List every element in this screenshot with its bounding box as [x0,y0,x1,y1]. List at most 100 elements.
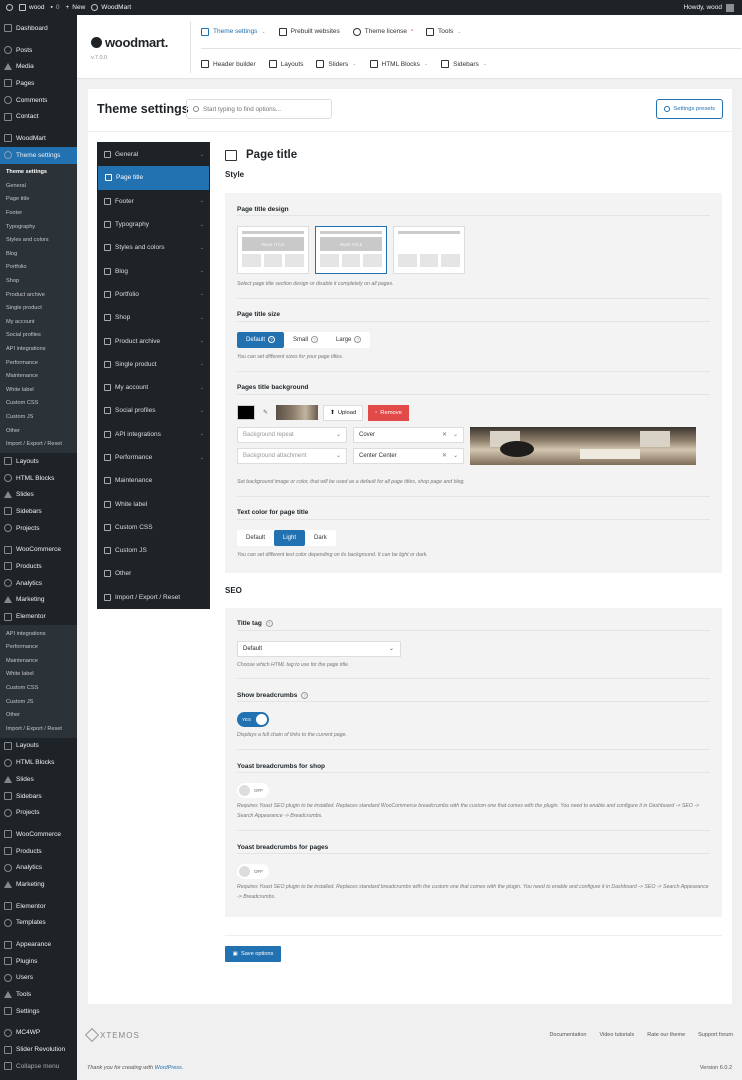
menu-item-products[interactable]: Products [0,843,77,860]
nav-tools[interactable]: Tools ⌄ [426,27,461,36]
woodmart-link[interactable]: WoodMart [91,4,131,11]
clear-icon[interactable]: ✕ [442,452,447,459]
submenu-item-white-label[interactable]: White label [0,383,77,397]
wordpress-link[interactable]: WordPress [155,1065,182,1071]
nav-theme-license[interactable]: Theme license * [352,27,413,36]
site-name-link[interactable]: wood [19,4,45,11]
submenu-item-other[interactable]: Other [0,424,77,438]
menu-item-plugins[interactable]: Plugins [0,953,77,970]
submenu-item-general[interactable]: General [0,179,77,193]
nav-theme-settings[interactable]: Theme settings ⌄ [201,27,266,36]
nav-prebuilt-websites[interactable]: Prebuilt websites [278,27,340,36]
nav-layouts[interactable]: Layouts [268,60,303,68]
remove-button[interactable]: ▫ Remove [368,404,409,421]
eyedropper-icon[interactable]: ✎ [260,409,271,416]
background-attachment-select[interactable]: Background attachment ⌄ [237,447,347,464]
settings-search[interactable] [186,99,332,119]
option-tab-other[interactable]: Other [97,562,210,585]
design-option-disabled[interactable] [393,226,465,274]
option-tab-maintenance[interactable]: Maintenance [97,469,210,492]
submenu-item-theme-settings[interactable]: Theme settings [0,166,77,180]
option-tab-footer[interactable]: Footer ⌄ [97,190,210,213]
option-tab-blog[interactable]: Blog ⌄ [97,259,210,282]
menu-item-marketing[interactable]: Marketing [0,591,77,608]
menu-item-html-blocks[interactable]: HTML Blocks [0,754,77,771]
submenu-item-typography[interactable]: Typography [0,220,77,234]
menu-item-pages[interactable]: Pages [0,75,77,92]
nav-sliders[interactable]: Sliders ⌄ [316,60,357,68]
option-tab-import-export-reset[interactable]: Import / Export / Reset [97,586,210,609]
menu-item-projects[interactable]: Projects [0,520,77,537]
clear-icon[interactable]: ✕ [442,431,447,438]
background-repeat-select[interactable]: Background repeat ⌄ [237,426,347,443]
text-color-dark-button[interactable]: Dark [305,530,336,546]
yoast-shop-toggle[interactable]: OFF [237,783,269,799]
support-forum-link[interactable]: Support forum [698,1032,733,1038]
menu-item-projects[interactable]: Projects [0,804,77,821]
menu-item-posts[interactable]: Posts [0,42,77,59]
option-tab-shop[interactable]: Shop ⌄ [97,306,210,329]
submenu-item-footer[interactable]: Footer [0,206,77,220]
save-options-button[interactable]: ▣ Save options [225,945,281,962]
submenu-item-social-profiles[interactable]: Social profiles [0,329,77,343]
submenu-item-maintenance[interactable]: Maintenance [0,654,77,668]
menu-item-tools[interactable]: Tools [0,986,77,1003]
submenu-item-performance[interactable]: Performance [0,356,77,370]
submenu-item-custom-js[interactable]: Custom JS [0,695,77,709]
title-tag-select[interactable]: Default ⌄ [237,640,401,657]
color-swatch[interactable] [237,405,255,421]
option-tab-typography[interactable]: Typography ⌄ [97,213,210,236]
rate-theme-link[interactable]: Rate our theme [647,1032,685,1038]
submenu-item-api-integrations[interactable]: API integrations [0,627,77,641]
menu-item-html-blocks[interactable]: HTML Blocks [0,470,77,487]
submenu-item-custom-css[interactable]: Custom CSS [0,681,77,695]
submenu-item-single-product[interactable]: Single product [0,301,77,315]
option-tab-single-product[interactable]: Single product ⌄ [97,353,210,376]
menu-item-dashboard[interactable]: Dashboard [0,20,77,37]
submenu-item-api-integrations[interactable]: API integrations [0,342,77,356]
submenu-item-performance[interactable]: Performance [0,640,77,654]
menu-item-elementor[interactable]: Elementor [0,608,77,625]
settings-presets-button[interactable]: Settings presets [656,99,723,119]
menu-item-analytics[interactable]: Analytics [0,575,77,592]
background-position-select[interactable]: Center Center ✕ ⌄ [353,447,464,464]
text-color-light-button[interactable]: Light [274,529,306,546]
menu-item-collapse-menu[interactable]: Collapse menu [0,1058,77,1075]
option-tab-general[interactable]: General ⌄ [97,143,210,166]
menu-item-slides[interactable]: Slides [0,486,77,503]
submenu-item-maintenance[interactable]: Maintenance [0,369,77,383]
upload-button[interactable]: ⬆ Upload [323,404,364,421]
submenu-item-product-archive[interactable]: Product archive [0,288,77,302]
menu-item-users[interactable]: Users [0,970,77,987]
option-tab-social-profiles[interactable]: Social profiles ⌄ [97,399,210,422]
menu-item-layouts[interactable]: Layouts [0,738,77,755]
option-tab-custom-js[interactable]: Custom JS [97,539,210,562]
comments-link[interactable]: ▪ 0 [51,4,60,11]
submenu-item-other[interactable]: Other [0,708,77,722]
submenu-item-custom-js[interactable]: Custom JS [0,410,77,424]
option-tab-performance[interactable]: Performance ⌄ [97,446,210,469]
submenu-item-import-export-reset[interactable]: Import / Export / Reset [0,437,77,451]
menu-item-slider-revolution[interactable]: Slider Revolution [0,1041,77,1058]
menu-item-layouts[interactable]: Layouts [0,453,77,470]
submenu-item-white-label[interactable]: White label [0,668,77,682]
menu-item-sidebars[interactable]: Sidebars [0,503,77,520]
menu-item-products[interactable]: Products [0,558,77,575]
menu-item-appearance[interactable]: Appearance [0,936,77,953]
menu-item-comments[interactable]: Comments [0,92,77,109]
menu-item-slides[interactable]: Slides [0,771,77,788]
submenu-item-custom-css[interactable]: Custom CSS [0,397,77,411]
menu-item-sidebars[interactable]: Sidebars [0,788,77,805]
design-option-centered[interactable]: PAGE TITLE [315,226,387,274]
option-tab-custom-css[interactable]: Custom CSS [97,516,210,539]
text-color-default-button[interactable]: Default [237,530,274,546]
size-large-button[interactable]: Large? [327,332,370,348]
option-tab-portfolio[interactable]: Portfolio ⌄ [97,283,210,306]
nav-html-blocks[interactable]: HTML Blocks ⌄ [369,60,428,68]
menu-item-woodmart[interactable]: WoodMart [0,130,77,147]
menu-item-media[interactable]: Media [0,58,77,75]
menu-item-mc4wp[interactable]: MC4WP [0,1025,77,1042]
submenu-item-styles-and-colors[interactable]: Styles and colors [0,233,77,247]
submenu-item-shop[interactable]: Shop [0,274,77,288]
menu-item-woocommerce[interactable]: WooCommerce [0,826,77,843]
